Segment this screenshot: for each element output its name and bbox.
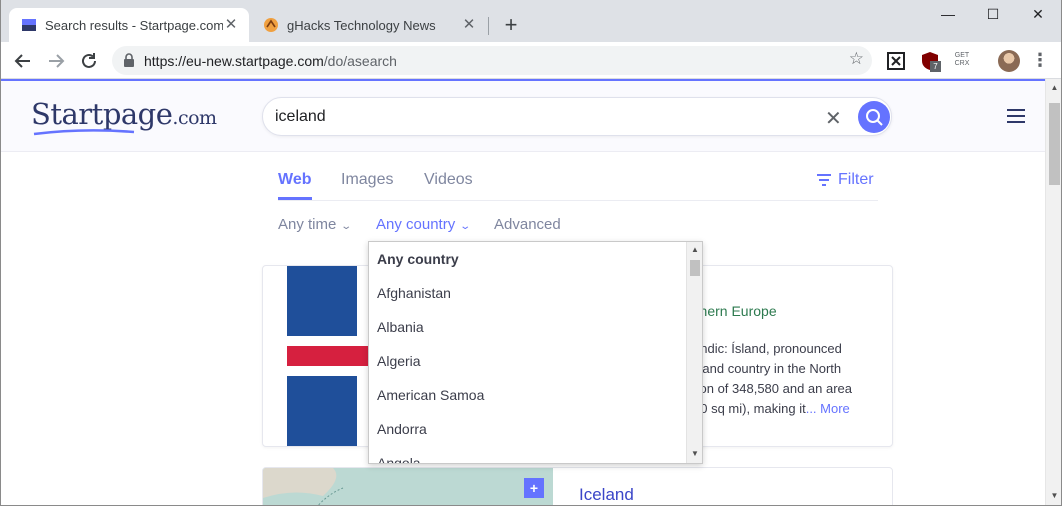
tab-close-icon[interactable]: ✕ xyxy=(223,17,239,33)
country-option[interactable]: Andorra xyxy=(377,421,427,437)
country-option[interactable]: Afghanistan xyxy=(377,285,451,301)
profile-avatar[interactable] xyxy=(998,50,1020,72)
any-country-filter[interactable]: Any country ⌄ xyxy=(376,216,472,233)
country-option[interactable]: American Samoa xyxy=(377,387,484,403)
dropdown-scroll-thumb[interactable] xyxy=(690,260,700,276)
scroll-up-arrow-icon[interactable]: ▲ xyxy=(687,245,702,254)
desc-line: sland country in the North xyxy=(693,361,842,376)
chevron-down-icon: ⌄ xyxy=(459,221,472,232)
clear-search-icon[interactable]: ✕ xyxy=(825,106,842,131)
new-tab-button[interactable]: + xyxy=(499,14,523,38)
logo-main: Startpage xyxy=(31,97,173,131)
result-description: andic: Ísland, pronounced sland country … xyxy=(693,339,883,419)
search-box[interactable]: iceland ✕ xyxy=(262,97,892,136)
tab-title: gHacks Technology News xyxy=(287,17,436,33)
hamburger-menu-icon[interactable] xyxy=(1007,109,1025,123)
reload-icon[interactable] xyxy=(77,49,101,73)
tab-videos[interactable]: Videos xyxy=(424,171,473,189)
tab-strip: Search results - Startpage.com ✕ gHacks … xyxy=(1,0,1061,42)
ghacks-favicon-icon xyxy=(264,18,278,32)
logo-swoosh-icon xyxy=(33,129,135,136)
startpage-logo[interactable]: Startpage.com xyxy=(31,97,217,131)
desc-line: tion of 348,580 and an area xyxy=(693,381,853,396)
close-window-button[interactable]: ✕ xyxy=(1015,6,1061,26)
url-path: /do/asearch xyxy=(323,53,397,69)
tab-title: Search results - Startpage.com xyxy=(45,17,223,33)
more-link[interactable]: ... More xyxy=(806,401,850,416)
url-host: https://eu-new.startpage.com xyxy=(144,53,324,69)
dropdown-scrollbar[interactable]: ▲ ▼ xyxy=(686,242,702,463)
any-time-filter[interactable]: Any time ⌄ xyxy=(278,216,353,233)
map-image[interactable] xyxy=(263,468,553,506)
country-option[interactable]: Any country xyxy=(377,251,459,267)
country-option[interactable]: Algeria xyxy=(377,353,421,369)
search-icon xyxy=(866,109,883,126)
desc-line: 00 sq mi), making it xyxy=(693,401,806,416)
scroll-down-arrow-icon[interactable]: ▼ xyxy=(687,449,702,458)
tab-close-icon[interactable]: ✕ xyxy=(461,17,477,33)
iceland-flag-image xyxy=(287,266,373,446)
url-text: https://eu-new.startpage.com/do/asearch xyxy=(144,53,397,69)
search-input[interactable]: iceland xyxy=(275,108,326,126)
country-option[interactable]: Angola xyxy=(377,455,421,463)
search-button[interactable] xyxy=(858,101,890,133)
back-arrow-icon[interactable] xyxy=(11,49,35,73)
scroll-down-arrow-icon[interactable]: ▼ xyxy=(1046,491,1061,500)
filter-icon xyxy=(817,173,831,186)
filter-label: Filter xyxy=(838,171,874,188)
ublock-badge: 7 xyxy=(930,61,941,72)
browser-toolbar: https://eu-new.startpage.com/do/asearch … xyxy=(1,42,1061,79)
address-bar[interactable]: https://eu-new.startpage.com/do/asearch … xyxy=(112,46,872,75)
logo-suffix: .com xyxy=(172,107,217,129)
result-title[interactable]: Iceland xyxy=(579,485,634,505)
tab-separator xyxy=(488,17,489,35)
browser-window: Search results - Startpage.com ✕ gHacks … xyxy=(0,0,1062,506)
page-scroll-thumb[interactable] xyxy=(1049,103,1060,185)
filter-button[interactable]: Filter xyxy=(816,171,874,189)
browser-menu-icon[interactable]: ⋮ xyxy=(1031,50,1049,72)
site-header: Startpage.com iceland ✕ xyxy=(1,81,1045,152)
tab-images[interactable]: Images xyxy=(341,171,393,189)
screenshot-extension-icon[interactable] xyxy=(885,50,907,72)
tab-web[interactable]: Web xyxy=(278,171,311,189)
tab-ghacks[interactable]: gHacks Technology News ✕ xyxy=(251,8,487,42)
country-option[interactable]: Albania xyxy=(377,319,424,335)
page-scrollbar[interactable]: ▲ ▼ xyxy=(1045,79,1061,505)
forward-arrow-icon[interactable] xyxy=(44,49,68,73)
minimize-button[interactable]: — xyxy=(925,6,971,26)
chevron-down-icon: ⌄ xyxy=(340,221,353,232)
get-crx-line2: CRX xyxy=(954,60,970,67)
get-crx-icon[interactable]: GET CRX xyxy=(951,50,973,72)
result-region[interactable]: rthern Europe xyxy=(691,303,777,319)
page-content: Startpage.com iceland ✕ Web Images Video… xyxy=(1,79,1045,506)
tabs-divider xyxy=(278,200,878,201)
tab-startpage[interactable]: Search results - Startpage.com ✕ xyxy=(9,8,249,42)
bookmark-star-icon[interactable]: ☆ xyxy=(849,49,864,69)
result-card-map: + Iceland xyxy=(262,467,893,506)
maximize-button[interactable]: ☐ xyxy=(970,6,1016,26)
get-crx-line1: GET xyxy=(954,52,970,59)
any-country-label: Any country xyxy=(376,216,456,233)
lock-icon xyxy=(124,53,134,67)
any-time-label: Any time xyxy=(278,216,337,233)
country-dropdown-list[interactable]: Any country Afghanistan Albania Algeria … xyxy=(368,241,703,464)
desc-line: andic: Ísland, pronounced xyxy=(693,341,842,356)
ublock-origin-icon[interactable]: 7 xyxy=(919,50,941,72)
scroll-up-arrow-icon[interactable]: ▲ xyxy=(1046,83,1061,92)
map-zoom-in-button[interactable]: + xyxy=(524,478,544,498)
advanced-filter[interactable]: Advanced xyxy=(494,216,561,233)
startpage-favicon-icon xyxy=(22,19,36,31)
